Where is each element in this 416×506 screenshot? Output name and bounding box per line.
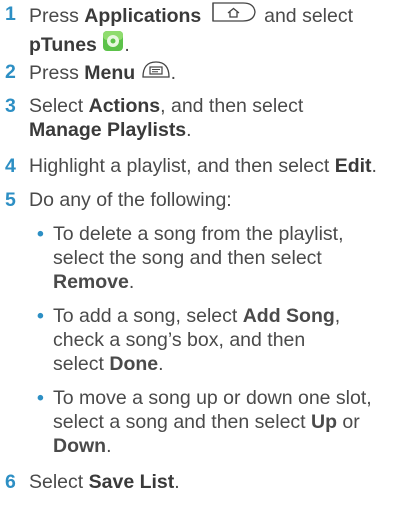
- bold-term: Down: [53, 435, 107, 457]
- text-run: Press: [29, 62, 85, 85]
- text-run: select: [53, 353, 110, 375]
- menu-key-icon: [141, 58, 171, 86]
- text-run: .: [124, 34, 130, 57]
- instruction-page: 1 Press Applications and select pTunes .…: [0, 0, 416, 506]
- step-text: Select Actions, and then select Manage P…: [29, 94, 414, 142]
- text-run: , and then select: [160, 95, 304, 117]
- bold-term: Actions: [88, 95, 161, 117]
- bold-term: Manage Playlists: [29, 119, 187, 141]
- step-number: 6: [5, 471, 16, 493]
- step-text: Select Save List.: [29, 470, 414, 494]
- text-run: select the song and then select: [53, 247, 322, 269]
- text-run: Select: [29, 471, 89, 493]
- text-run: .: [186, 119, 192, 141]
- text-run: Press: [29, 5, 85, 28]
- bullet-marker: •: [37, 223, 44, 245]
- step-number: 5: [5, 189, 16, 211]
- bold-term: Save List: [88, 471, 175, 493]
- text-run: .: [128, 271, 135, 293]
- bullet-marker: •: [37, 305, 44, 327]
- text-run: Highlight a playlist, and then select: [29, 155, 335, 177]
- step-text: Press Applications and select pTunes .: [29, 2, 414, 60]
- ptunes-app-icon: [102, 30, 124, 58]
- bold-term: Edit: [334, 155, 372, 177]
- bullet-text: To move a song up or down one slot, sele…: [53, 386, 413, 458]
- text-run: or: [337, 411, 360, 433]
- text-run: To delete a song from the playlist,: [53, 223, 344, 245]
- text-run: To add a song, select: [53, 305, 243, 327]
- bold-term: Up: [311, 411, 338, 433]
- step-text: Highlight a playlist, and then select Ed…: [29, 154, 414, 178]
- text-run: .: [371, 155, 377, 177]
- bullet-text: To add a song, select Add Song, check a …: [53, 304, 413, 376]
- bold-term: Add Song: [242, 305, 335, 327]
- bullet-marker: •: [37, 387, 44, 409]
- text-run: check a song’s box, and then: [53, 329, 306, 351]
- text-run: .: [170, 62, 177, 85]
- text-run: ,: [334, 305, 341, 327]
- text-run: and select: [258, 5, 354, 28]
- step-number: 2: [5, 61, 16, 83]
- text-run: Select: [29, 95, 89, 117]
- bold-term: Remove: [53, 271, 129, 293]
- text-run: .: [174, 471, 180, 493]
- text-run: .: [158, 353, 164, 375]
- bullet-text: To delete a song from the playlist, sele…: [53, 222, 413, 294]
- step-text: Do any of the following:: [29, 189, 232, 211]
- bold-term: Done: [109, 353, 159, 375]
- text-run: .: [106, 435, 112, 457]
- step-number: 4: [5, 155, 16, 177]
- step-text: Press Menu .: [29, 60, 414, 88]
- text-run: To move a song up or down one slot,: [53, 387, 372, 409]
- bold-term: pTunes: [29, 34, 97, 57]
- step-number: 3: [5, 95, 16, 117]
- bold-term: Applications: [84, 5, 202, 28]
- applications-key-icon: [207, 0, 259, 30]
- bold-term: Menu: [84, 62, 136, 85]
- text-run: select a song and then select: [53, 411, 312, 433]
- step-number: 1: [5, 3, 16, 25]
